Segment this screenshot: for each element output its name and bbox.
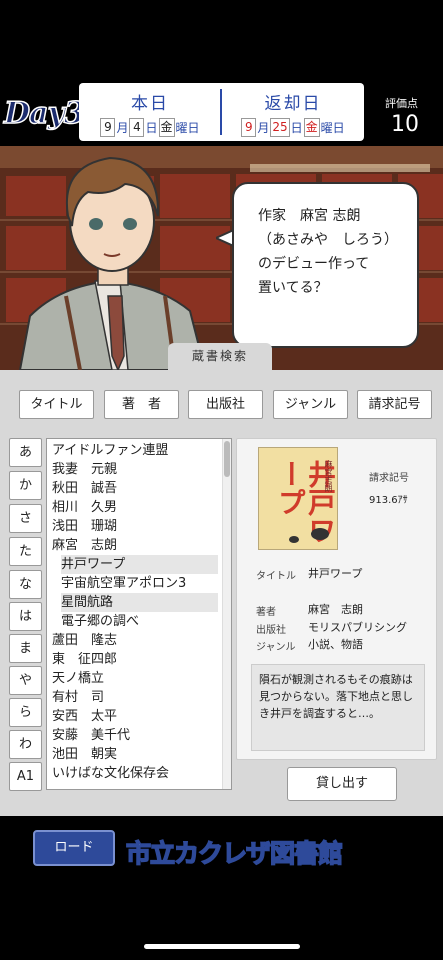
kana-a-button[interactable]: あ bbox=[9, 438, 42, 467]
library-logo: 市立カクレザ図書館 bbox=[125, 838, 344, 869]
list-item[interactable]: 安藤 美千代 bbox=[52, 726, 220, 745]
kana-sa-button[interactable]: さ bbox=[9, 504, 42, 533]
kana-ka-button[interactable]: か bbox=[9, 471, 42, 500]
publisher-value: モリスパブリシング bbox=[308, 621, 407, 634]
list-item-book[interactable]: 電子郷の調べ bbox=[61, 612, 218, 631]
weekday-unit: 曜日 bbox=[175, 121, 200, 135]
kana-ta-button[interactable]: た bbox=[9, 537, 42, 566]
return-weekday: 金 bbox=[303, 118, 320, 137]
cover-stone-art bbox=[289, 536, 299, 543]
speech-bubble: 作家 麻宮 志朗 （あさみや しろう） のデビュー作って 置いてる？ bbox=[232, 182, 419, 348]
filter-title-button[interactable]: タイトル bbox=[19, 390, 94, 419]
return-month: 9 bbox=[241, 118, 257, 137]
footer-bar: ロード 市立カクレザ図書館 bbox=[0, 816, 443, 960]
day-indicator: Day3 bbox=[3, 95, 85, 132]
cover-stone-art bbox=[311, 528, 329, 540]
day-unit: 日 bbox=[290, 121, 303, 135]
dialogue-line: （あさみや しろう） bbox=[258, 232, 398, 248]
filter-author-button[interactable]: 著 者 bbox=[104, 390, 179, 419]
book-description: 隕石が観測されるもその痕跡は見つからない。落下地点と思しき井戸を調査すると…。 bbox=[251, 664, 425, 751]
list-item[interactable]: アイドルファン連盟 bbox=[52, 441, 220, 460]
home-indicator[interactable] bbox=[144, 944, 300, 949]
list-item[interactable]: 我妻 元親 bbox=[52, 460, 220, 479]
list-item[interactable]: 浅田 珊瑚 bbox=[52, 517, 220, 536]
lend-button[interactable]: 貸し出す bbox=[287, 767, 397, 801]
kana-ma-button[interactable]: ま bbox=[9, 634, 42, 663]
score-value: 10 bbox=[391, 112, 419, 137]
list-item[interactable]: 池田 朝実 bbox=[52, 745, 220, 764]
today-day: 4 bbox=[129, 118, 145, 137]
list-item[interactable]: 天ノ橋立 bbox=[52, 669, 220, 688]
list-item[interactable]: 蘆田 隆志 bbox=[52, 631, 220, 650]
publisher-label: 出版社 bbox=[256, 625, 286, 636]
genre-label: ジャンル bbox=[256, 642, 296, 653]
title-label: タイトル bbox=[256, 571, 296, 582]
header-bar: Day3 本日 9 月 4 日 金 曜日 返却日 9 月 25 日 金 曜日 評… bbox=[0, 0, 443, 146]
list-item[interactable]: 東 征四郎 bbox=[52, 650, 220, 669]
list-scrollbar-thumb[interactable] bbox=[224, 441, 230, 477]
date-panel: 本日 9 月 4 日 金 曜日 返却日 9 月 25 日 金 曜日 bbox=[79, 83, 364, 141]
kana-alpha-button[interactable]: A1 bbox=[9, 762, 42, 791]
filter-callno-button[interactable]: 請求記号 bbox=[357, 390, 432, 419]
today-date: 本日 9 月 4 日 金 曜日 bbox=[79, 83, 221, 141]
library-scene: 作家 麻宮 志朗 （あさみや しろう） のデビュー作って 置いてる？ 蔵書検索 bbox=[0, 146, 443, 370]
return-date: 返却日 9 月 25 日 金 曜日 bbox=[222, 83, 364, 141]
callno-value: 913.6ｱｻ bbox=[369, 495, 408, 506]
day-unit: 日 bbox=[145, 121, 158, 135]
list-item-book[interactable]: 星間航路 bbox=[61, 593, 218, 612]
search-panel: タイトル 著 者 出版社 ジャンル 請求記号 あ か さ た な は ま や ら… bbox=[0, 370, 443, 816]
dialogue-line: 作家 麻宮 志朗 bbox=[258, 208, 361, 224]
list-item[interactable]: 相川 久男 bbox=[52, 498, 220, 517]
today-month: 9 bbox=[100, 118, 116, 137]
list-item[interactable]: 安西 太平 bbox=[52, 707, 220, 726]
filter-genre-button[interactable]: ジャンル bbox=[273, 390, 348, 419]
dialogue-line: 置いてる？ bbox=[258, 280, 328, 296]
title-value: 井戸ワープ bbox=[308, 567, 363, 580]
kana-na-button[interactable]: な bbox=[9, 570, 42, 599]
month-unit: 月 bbox=[257, 121, 270, 135]
list-item[interactable]: 有村 司 bbox=[52, 688, 220, 707]
dialogue-line: のデビュー作って bbox=[258, 256, 370, 272]
list-item-book[interactable]: 宇宙航空軍アポロン3 bbox=[61, 574, 218, 593]
list-scrollbar[interactable] bbox=[222, 439, 231, 789]
kana-wa-button[interactable]: わ bbox=[9, 730, 42, 759]
author-value: 麻宮 志朗 bbox=[308, 603, 363, 616]
load-button[interactable]: ロード bbox=[33, 830, 115, 866]
list-item[interactable]: 秋田 誠吾 bbox=[52, 479, 220, 498]
today-weekday: 金 bbox=[158, 118, 175, 137]
score-label: 評価点 bbox=[385, 97, 418, 110]
today-title: 本日 bbox=[131, 94, 169, 114]
book-detail-panel: 井戸ワープ 麻宮志朗 請求記号 913.6ｱｻ タイトル 井戸ワープ 著者 麻宮… bbox=[236, 438, 437, 760]
return-day: 25 bbox=[270, 118, 290, 137]
kana-ra-button[interactable]: ら bbox=[9, 698, 42, 727]
book-cover: 井戸ワープ 麻宮志朗 bbox=[258, 447, 338, 550]
genre-value: 小説、物語 bbox=[308, 638, 363, 651]
filter-publisher-button[interactable]: 出版社 bbox=[188, 390, 263, 419]
return-title: 返却日 bbox=[264, 94, 322, 114]
list-item[interactable]: 麻宮 志朗 bbox=[52, 536, 220, 555]
author-list[interactable]: アイドルファン連盟 我妻 元親 秋田 誠吾 相川 久男 浅田 珊瑚 麻宮 志朗 … bbox=[46, 438, 232, 790]
search-tab[interactable]: 蔵書検索 bbox=[168, 343, 272, 370]
weekday-unit: 曜日 bbox=[320, 121, 345, 135]
kana-ha-button[interactable]: は bbox=[9, 602, 42, 631]
cover-author: 麻宮志朗 bbox=[324, 460, 333, 492]
author-label: 著者 bbox=[256, 607, 276, 618]
list-item-book-selected[interactable]: 井戸ワープ bbox=[61, 555, 218, 574]
month-unit: 月 bbox=[116, 121, 129, 135]
list-item[interactable]: いけばな文化保存会 bbox=[52, 764, 220, 783]
kana-ya-button[interactable]: や bbox=[9, 666, 42, 695]
callno-label: 請求記号 bbox=[369, 473, 409, 484]
